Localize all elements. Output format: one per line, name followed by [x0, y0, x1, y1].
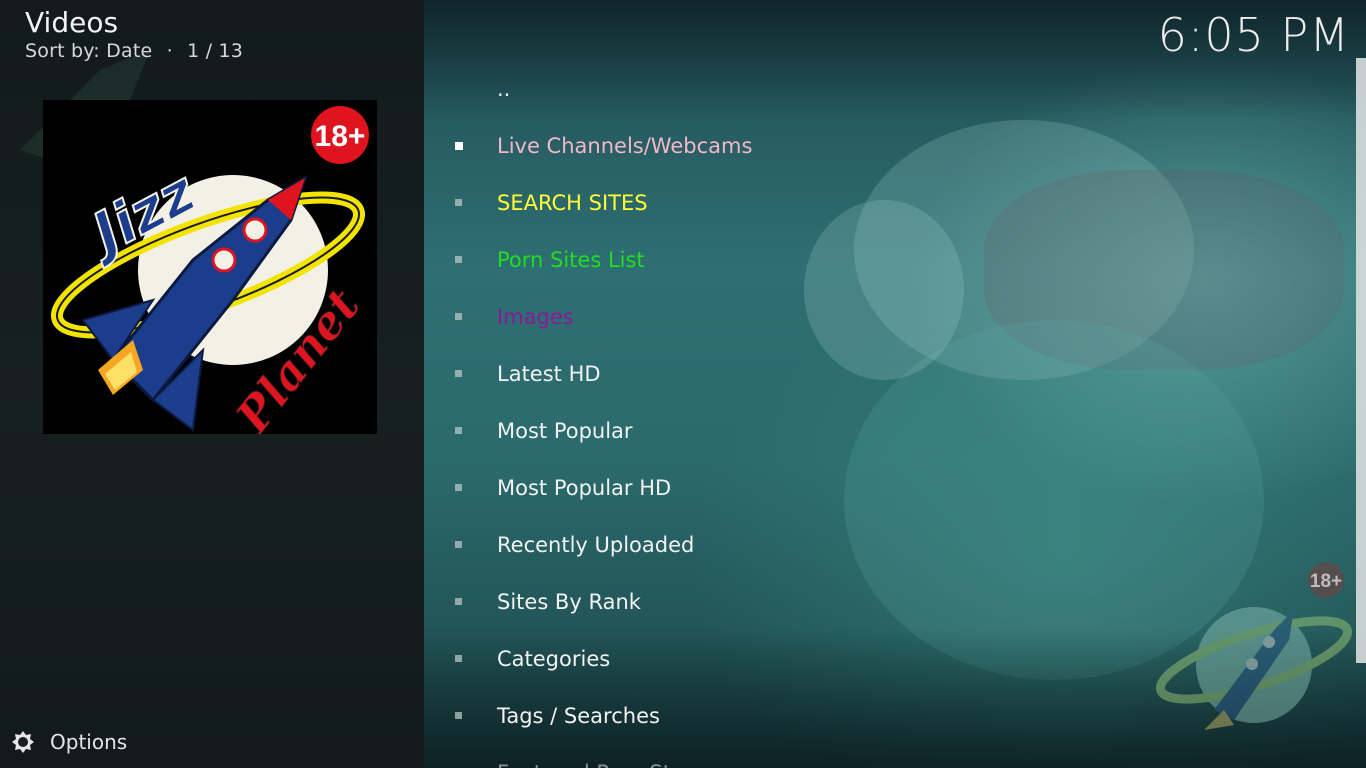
list-item-label: Sites By Rank — [497, 589, 641, 614]
bullet-icon — [455, 654, 462, 662]
list-item-label: Categories — [497, 646, 611, 671]
list-item[interactable]: Images — [424, 288, 1324, 345]
svg-text:18+: 18+ — [315, 120, 366, 153]
options-button[interactable]: Options — [10, 728, 127, 756]
bullet-icon — [455, 597, 462, 605]
list-item[interactable]: Live Channels/Webcams — [424, 117, 1324, 174]
list-item-label: Most Popular HD — [497, 475, 672, 500]
list-item-label: Porn Sites List — [497, 247, 645, 272]
clock: 6:05 PM — [1157, 8, 1350, 62]
list-item[interactable]: Sites By Rank — [424, 573, 1324, 630]
list-item[interactable]: Recently Uploaded — [424, 516, 1324, 573]
sort-info: Sort by: Date · 1 / 13 — [25, 40, 243, 62]
page-title: Videos — [25, 6, 119, 39]
list-item-label: Live Channels/Webcams — [497, 133, 753, 158]
item-position: 1 / 13 — [187, 40, 244, 62]
separator: · — [166, 40, 173, 62]
list-item[interactable]: Featured Porn Stars — [424, 744, 1324, 768]
bullet-icon — [455, 141, 463, 150]
bullet-icon — [455, 426, 462, 434]
item-list[interactable]: .. Live Channels/Webcams SEARCH SITES Porn … — [424, 60, 1324, 768]
list-item-label: Most Popular — [497, 418, 633, 443]
kodi-window: 18+ Videos Sort by: Date · 1 / 13 Jizz P… — [0, 0, 1366, 768]
sort-label: Sort by: Date — [25, 40, 153, 62]
bullet-icon — [455, 255, 462, 263]
list-item-label: SEARCH SITES — [497, 190, 648, 215]
list-item[interactable]: Most Popular HD — [424, 459, 1324, 516]
list-item[interactable]: Most Popular — [424, 402, 1324, 459]
bullet-icon — [455, 711, 462, 719]
list-item[interactable]: Latest HD — [424, 345, 1324, 402]
list-item[interactable]: Porn Sites List — [424, 231, 1324, 288]
list-item-label: Tags / Searches — [497, 703, 660, 728]
bullet-icon — [455, 312, 462, 320]
list-item[interactable]: SEARCH SITES — [424, 174, 1324, 231]
list-item-label: Images — [497, 304, 574, 329]
list-item-label: Latest HD — [497, 361, 601, 386]
bullet-icon — [455, 540, 462, 548]
bullet-icon — [455, 198, 462, 206]
options-label: Options — [50, 730, 128, 754]
list-item[interactable]: Categories — [424, 630, 1324, 687]
scrollbar[interactable] — [1356, 58, 1366, 663]
bullet-icon — [455, 483, 462, 491]
list-item-label: .. — [497, 76, 511, 101]
bullet-icon — [455, 369, 462, 377]
list-item-label: Recently Uploaded — [497, 532, 695, 557]
addon-thumbnail: Jizz Planet 18+ — [43, 100, 377, 434]
info-panel: Videos Sort by: Date · 1 / 13 Jizz Plane… — [0, 0, 424, 768]
parent-folder-item[interactable]: .. — [424, 60, 1324, 117]
list-item-label: Featured Porn Stars — [497, 761, 703, 768]
jizz-planet-logo: Jizz Planet 18+ — [43, 100, 377, 434]
list-item[interactable]: Tags / Searches — [424, 687, 1324, 744]
gear-icon — [12, 731, 34, 753]
